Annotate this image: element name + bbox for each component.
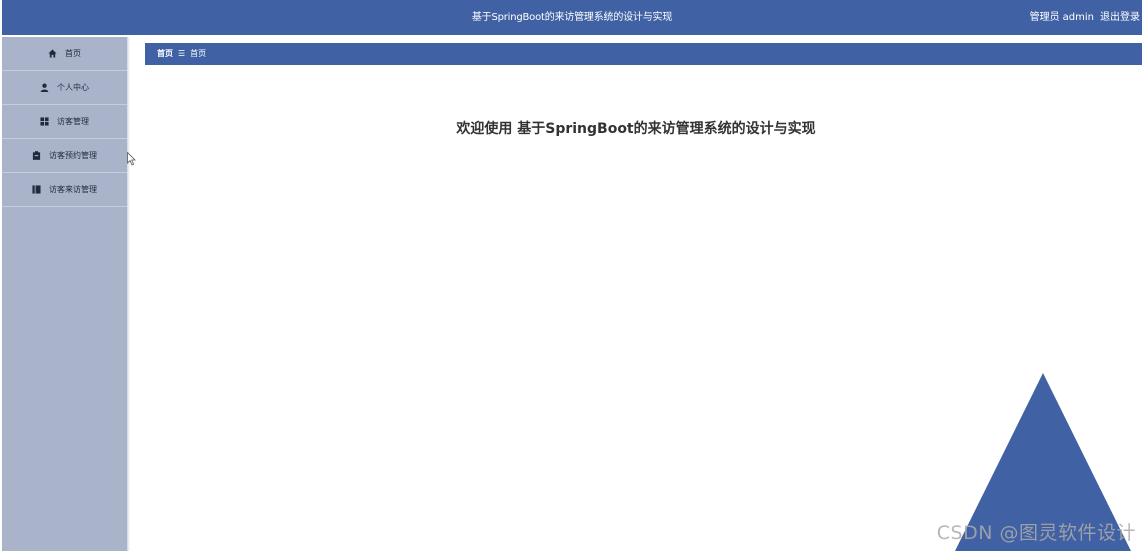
user-area: 管理员 admin 退出登录 (1024, 0, 1140, 35)
user-name: admin (1062, 12, 1094, 23)
sidebar-item-visits[interactable]: 访客来访管理 (2, 173, 127, 207)
user-role: 管理员 (1029, 12, 1060, 23)
watermark: CSDN @图灵软件设计 (936, 522, 1136, 544)
breadcrumb: 首页 ☰ 首页 (145, 43, 1142, 65)
top-header: 基于SpringBoot的来访管理系统的设计与实现 管理员 admin 退出登录 (2, 0, 1142, 35)
sidebar-item-label: 访客管理 (57, 117, 89, 126)
grid-icon (40, 117, 49, 126)
home-icon (48, 49, 57, 58)
sidebar-divider (127, 37, 130, 551)
logout-link[interactable]: 退出登录 (1100, 12, 1140, 23)
breadcrumb-root[interactable]: 首页 (157, 49, 173, 58)
app-window: 基于SpringBoot的来访管理系统的设计与实现 管理员 admin 退出登录 首… (0, 0, 1142, 551)
mouse-cursor-icon (127, 152, 136, 166)
sidebar-item-appointments[interactable]: 访客预约管理 (2, 139, 127, 173)
sidebar: 首页 个人中心 访客管理 访客预约管理 访客来访管理 (2, 37, 127, 551)
app-title: 基于SpringBoot的来访管理系统的设计与实现 (471, 12, 673, 23)
sidebar-item-label: 访客来访管理 (49, 185, 97, 194)
sidebar-item-profile[interactable]: 个人中心 (2, 71, 127, 105)
user-icon (40, 83, 49, 92)
sidebar-item-label: 个人中心 (57, 83, 89, 92)
clipboard-icon (32, 151, 41, 160)
sidebar-item-label: 访客预约管理 (49, 151, 97, 160)
sidebar-item-label: 首页 (65, 49, 81, 58)
sidebar-item-visitors[interactable]: 访客管理 (2, 105, 127, 139)
welcome-message: 欢迎使用 基于SpringBoot的来访管理系统的设计与实现 (456, 121, 816, 137)
breadcrumb-separator: ☰ (178, 49, 186, 58)
sidebar-item-home[interactable]: 首页 (2, 37, 127, 71)
breadcrumb-current: 首页 (190, 49, 207, 58)
book-icon (32, 185, 41, 194)
